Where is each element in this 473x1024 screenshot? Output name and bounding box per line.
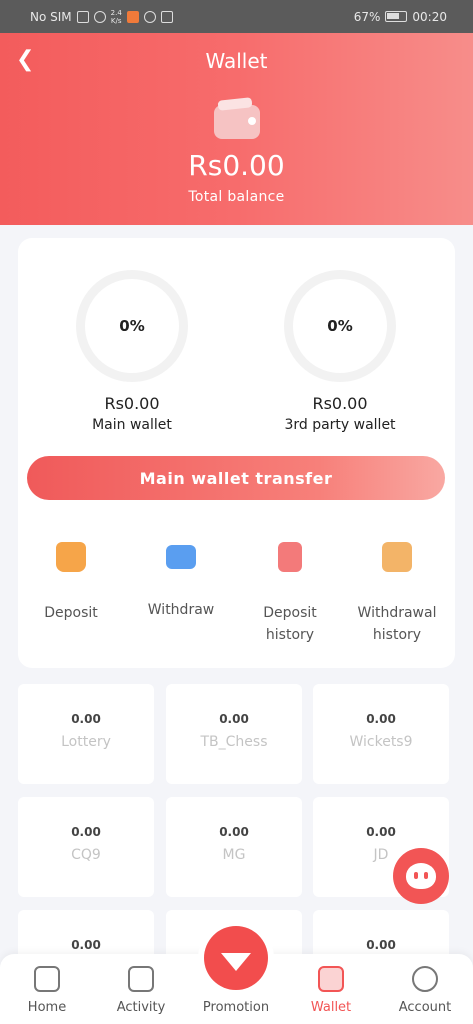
wallet-nav-icon bbox=[318, 966, 344, 992]
deposit-icon bbox=[56, 542, 86, 572]
game-wallet-name: Lottery bbox=[61, 734, 111, 750]
withdraw-action[interactable]: Withdraw bbox=[126, 534, 236, 621]
nav-activity-label: Activity bbox=[116, 1000, 166, 1015]
sim-icon bbox=[76, 10, 89, 23]
nav-account[interactable]: Account bbox=[378, 966, 472, 1015]
account-icon bbox=[412, 966, 438, 992]
nav-promotion[interactable] bbox=[204, 926, 268, 990]
net-speed-value: 2.4 bbox=[110, 8, 122, 17]
nav-home[interactable]: Home bbox=[0, 966, 94, 1015]
total-balance-amount: Rs0.00 bbox=[188, 149, 285, 182]
game-wallet-value: 0.00 bbox=[71, 825, 101, 839]
deposit-label: Deposit bbox=[44, 605, 98, 621]
wallet-header: ❮ Wallet Rs0.00 Total balance bbox=[0, 33, 473, 225]
net-speed: 2.4 K/s bbox=[111, 9, 122, 25]
chat-bot-icon bbox=[406, 863, 436, 889]
game-wallet-tb-chess[interactable]: 0.00 TB_Chess bbox=[166, 684, 302, 784]
nav-activity[interactable]: Activity bbox=[94, 966, 188, 1015]
nav-account-label: Account bbox=[398, 1000, 452, 1015]
app-notification-icon bbox=[126, 10, 139, 23]
game-wallet-wickets9[interactable]: 0.00 Wickets9 bbox=[313, 684, 449, 784]
deposit-history-label: Deposit history bbox=[263, 605, 317, 643]
third-party-wallet-amount: Rs0.00 bbox=[312, 394, 368, 413]
withdraw-label: Withdraw bbox=[147, 602, 215, 618]
deposit-action[interactable]: Deposit bbox=[16, 534, 126, 624]
game-wallet-value: 0.00 bbox=[71, 938, 101, 952]
game-wallet-cq9[interactable]: 0.00 CQ9 bbox=[18, 797, 154, 897]
game-wallet-name: CQ9 bbox=[71, 847, 101, 863]
main-wallet-percent: 0% bbox=[119, 317, 145, 335]
withdrawal-history-action[interactable]: Withdrawal history bbox=[342, 534, 452, 646]
net-speed-unit: K/s bbox=[110, 16, 122, 25]
activity-icon bbox=[128, 966, 154, 992]
game-wallet-value: 0.00 bbox=[71, 712, 101, 726]
game-wallet-name: TB_Chess bbox=[200, 734, 268, 750]
battery-percent: 67% bbox=[353, 9, 381, 24]
deposit-history-action[interactable]: Deposit history bbox=[235, 534, 345, 646]
game-wallet-lottery[interactable]: 0.00 Lottery bbox=[18, 684, 154, 784]
withdrawal-history-label: Withdrawal history bbox=[357, 605, 437, 643]
wifi-icon bbox=[93, 10, 106, 23]
third-party-wallet-ring: 0% bbox=[284, 270, 396, 382]
nav-wallet[interactable]: Wallet bbox=[284, 966, 378, 1015]
game-wallet-value: 0.00 bbox=[366, 938, 396, 952]
nav-home-label: Home bbox=[27, 1000, 67, 1015]
third-party-wallet-percent: 0% bbox=[327, 317, 353, 335]
facebook-icon bbox=[143, 10, 156, 23]
game-wallet-value: 0.00 bbox=[366, 712, 396, 726]
main-wallet-ring: 0% bbox=[76, 270, 188, 382]
customer-service-button[interactable] bbox=[393, 848, 449, 904]
game-wallet-value: 0.00 bbox=[366, 825, 396, 839]
nav-wallet-label: Wallet bbox=[310, 1000, 352, 1015]
page-title: Wallet bbox=[205, 49, 268, 73]
main-wallet-label: Main wallet bbox=[92, 417, 172, 433]
third-party-wallet-label: 3rd party wallet bbox=[284, 417, 396, 433]
withdraw-icon bbox=[166, 545, 196, 569]
main-wallet-transfer-button[interactable]: Main wallet transfer bbox=[27, 456, 445, 500]
wallet-summary-card: 0% 0% Rs0.00 Main wallet Rs0.00 3rd part… bbox=[18, 238, 455, 668]
deposit-history-icon bbox=[278, 542, 302, 572]
game-wallet-value: 0.00 bbox=[219, 712, 249, 726]
clock: 00:20 bbox=[412, 9, 447, 24]
carrier-text: No SIM bbox=[30, 9, 72, 24]
wallet-icon bbox=[214, 105, 260, 139]
withdrawal-history-icon bbox=[382, 542, 412, 572]
game-wallet-value: 0.00 bbox=[219, 825, 249, 839]
home-icon bbox=[34, 966, 60, 992]
total-balance-label: Total balance bbox=[188, 189, 285, 205]
game-wallet-name: MG bbox=[222, 847, 246, 863]
game-wallet-mg[interactable]: 0.00 MG bbox=[166, 797, 302, 897]
battery-icon bbox=[385, 11, 408, 22]
nav-promotion-label: Promotion bbox=[202, 1000, 270, 1015]
gallery-icon bbox=[160, 10, 173, 23]
status-bar: No SIM 2.4 K/s 67% 00:20 bbox=[0, 0, 473, 33]
game-wallet-name: Wickets9 bbox=[349, 734, 413, 750]
promotion-icon bbox=[221, 953, 251, 971]
main-wallet-amount: Rs0.00 bbox=[104, 394, 160, 413]
